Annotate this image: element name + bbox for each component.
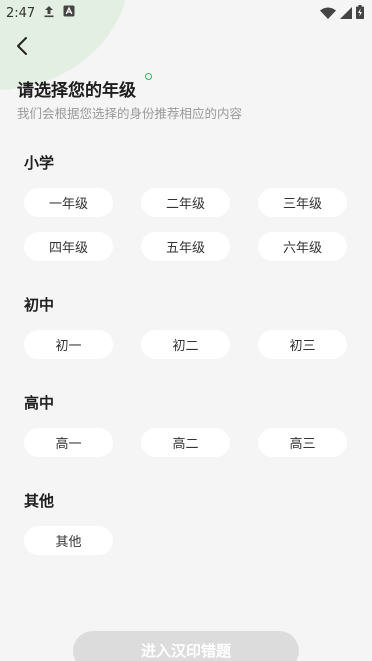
grade-option-5[interactable]: 五年级 — [141, 232, 230, 261]
grade-option-junior-2[interactable]: 初二 — [141, 330, 230, 359]
grade-option-2[interactable]: 二年级 — [141, 188, 230, 217]
page-subtitle: 我们会根据您选择的身份推荐相应的内容 — [17, 106, 243, 121]
status-left: 2:47 — [6, 5, 75, 22]
grade-option-junior-3[interactable]: 初三 — [258, 330, 347, 359]
grade-option-3[interactable]: 三年级 — [258, 188, 347, 217]
upload-icon — [43, 5, 55, 22]
wifi-icon — [320, 4, 336, 23]
battery-charging-icon — [356, 4, 364, 23]
section-title-primary: 小学 — [24, 154, 55, 172]
status-time: 2:47 — [6, 5, 36, 21]
page-title: 请选择您的年级 — [17, 81, 136, 101]
grade-option-senior-2[interactable]: 高二 — [141, 428, 230, 457]
section-title-other: 其他 — [24, 492, 55, 510]
section-title-senior-high: 高中 — [24, 394, 55, 412]
grade-option-junior-1[interactable]: 初一 — [24, 330, 113, 359]
back-button[interactable] — [10, 34, 34, 58]
status-right — [320, 4, 364, 23]
notification-app-icon — [63, 5, 75, 21]
section-title-junior-high: 初中 — [24, 296, 55, 314]
title-dot-icon — [145, 73, 152, 80]
status-bar: 2:47 — [0, 0, 372, 26]
grade-option-1[interactable]: 一年级 — [24, 188, 113, 217]
grade-option-senior-1[interactable]: 高一 — [24, 428, 113, 457]
signal-icon — [340, 4, 352, 23]
chevron-left-icon — [17, 37, 27, 55]
grade-selection-screen: 2:47 请选择您的年级 我们会根据您选择的身份推荐相应的内容 小学 一年级 二… — [0, 0, 372, 661]
grade-option-4[interactable]: 四年级 — [24, 232, 113, 261]
grade-option-6[interactable]: 六年级 — [258, 232, 347, 261]
grade-option-senior-3[interactable]: 高三 — [258, 428, 347, 457]
enter-app-button[interactable]: 进入汉印错题 — [73, 631, 299, 661]
grade-option-other[interactable]: 其他 — [24, 526, 113, 555]
